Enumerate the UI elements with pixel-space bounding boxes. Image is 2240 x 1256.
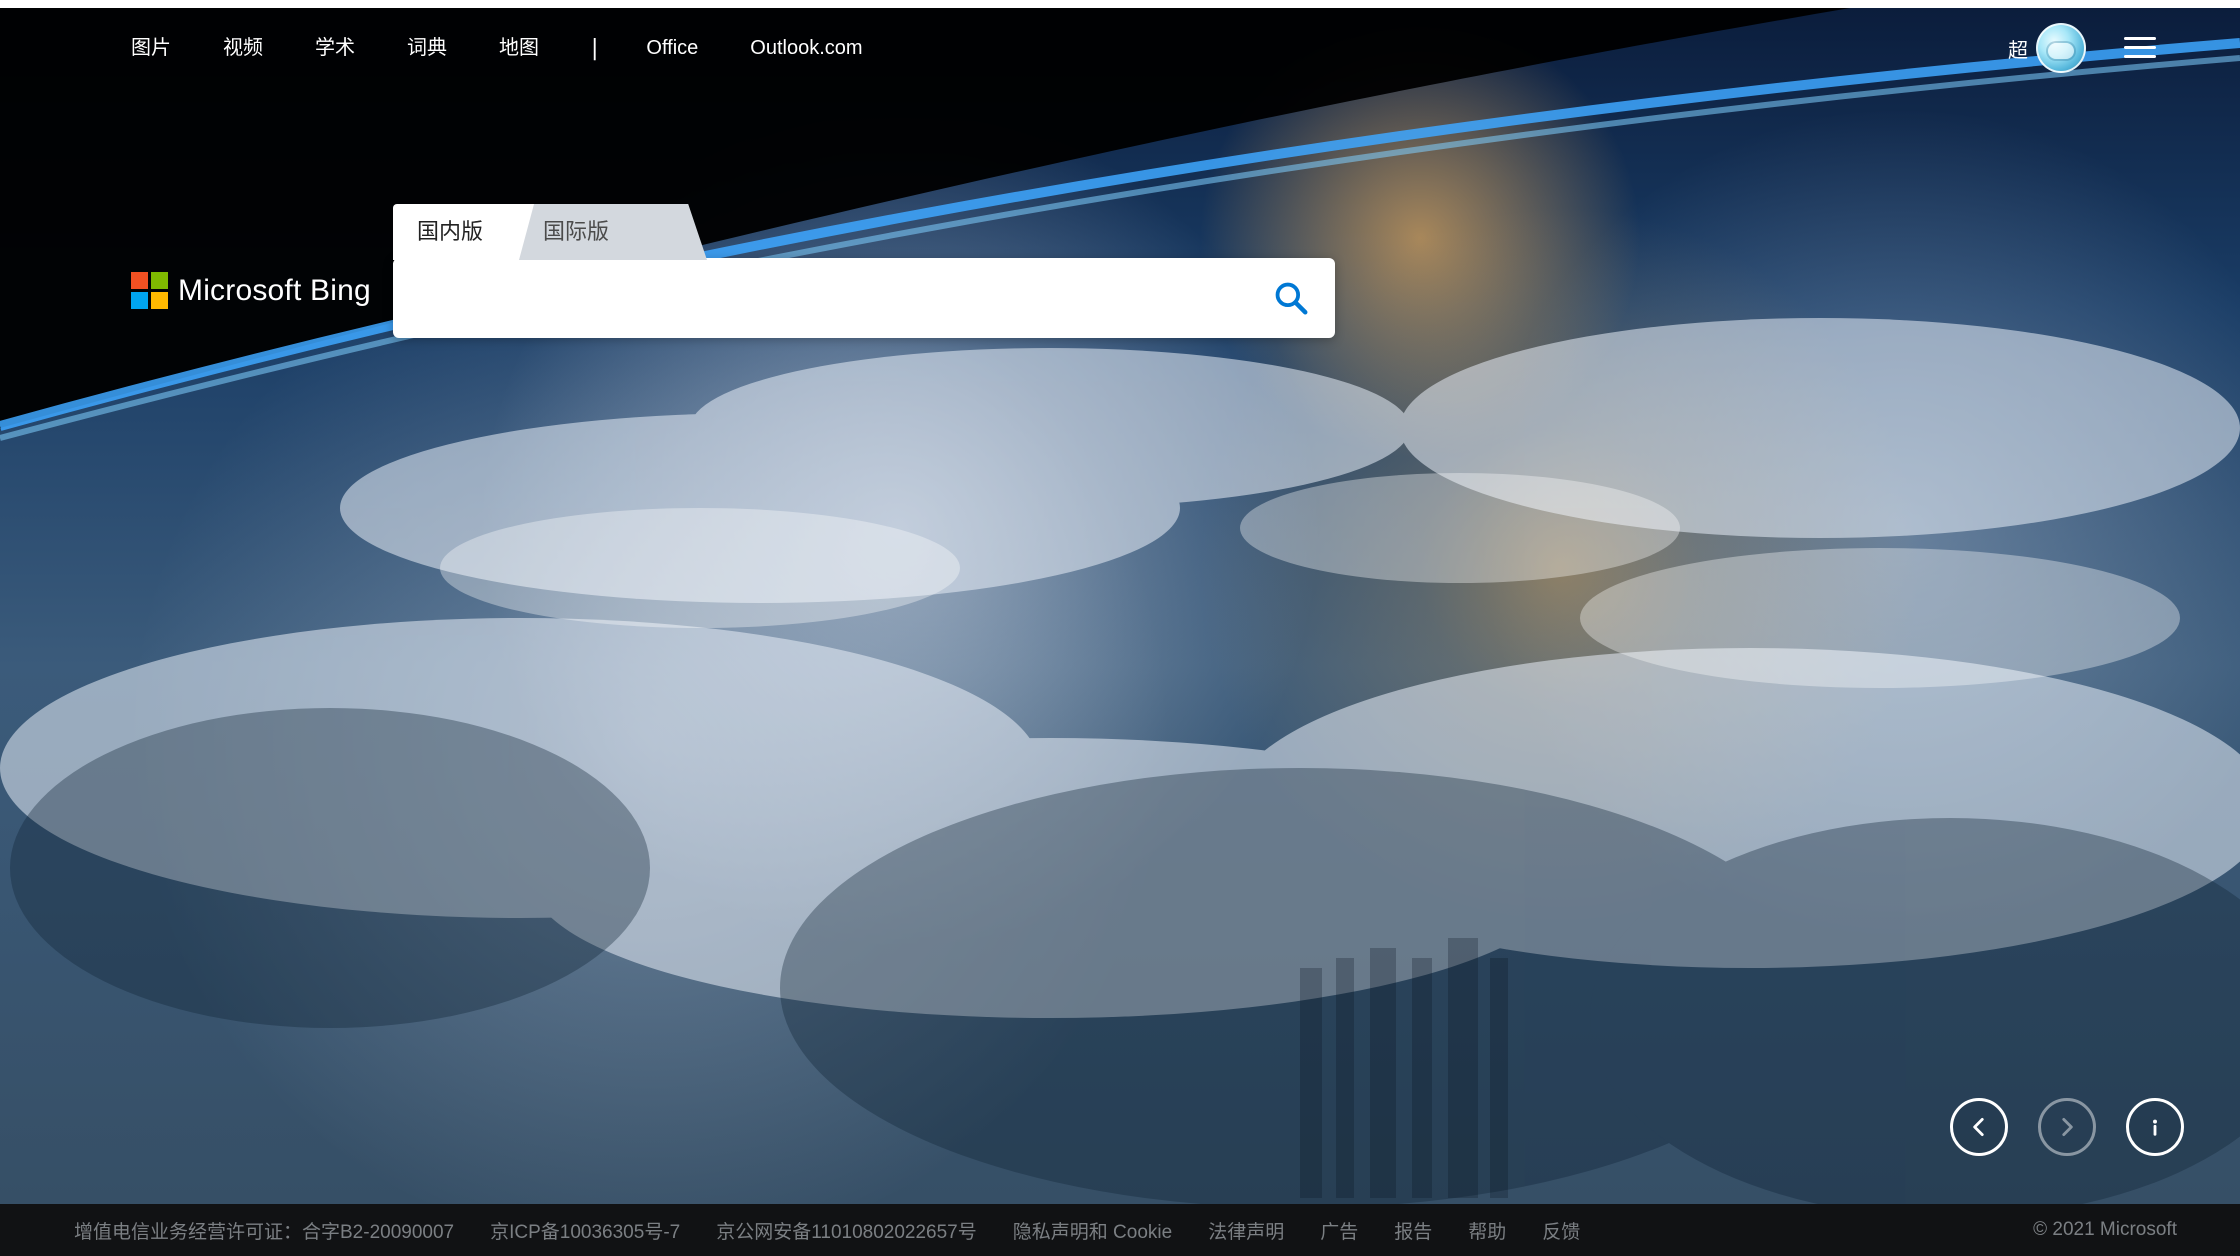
nav-videos[interactable]: 视频 <box>223 26 263 70</box>
microsoft-logo-square-blue <box>131 292 148 309</box>
user-name[interactable]: 超 <box>2008 34 2028 63</box>
footer-privacy-cookie[interactable]: 隐私声明和 Cookie <box>1013 1217 1172 1244</box>
footer-police-record[interactable]: 京公网安备11010802022657号 <box>716 1217 977 1244</box>
background-controls <box>1950 1098 2184 1156</box>
nav-outlook[interactable]: Outlook.com <box>750 26 862 70</box>
search-button[interactable] <box>1267 274 1315 322</box>
microsoft-logo-square-green <box>151 272 168 289</box>
background-art <box>0 8 2240 1204</box>
nav-dictionary[interactable]: 词典 <box>407 26 447 70</box>
footer: 增值电信业务经营许可证：合字B2-20090007 京ICP备10036305号… <box>0 1204 2240 1256</box>
top-white-line <box>0 0 2240 8</box>
nav-office[interactable]: Office <box>646 26 698 70</box>
info-icon <box>2153 1119 2157 1136</box>
footer-report[interactable]: 报告 <box>1394 1217 1432 1244</box>
top-right-controls: 超 <box>2008 23 2156 73</box>
footer-icp[interactable]: 京ICP备10036305号-7 <box>490 1217 680 1244</box>
footer-legal[interactable]: 法律声明 <box>1208 1217 1284 1244</box>
next-image-button[interactable] <box>2038 1098 2096 1156</box>
search-icon <box>1275 282 1308 315</box>
hamburger-menu-icon[interactable] <box>2124 37 2156 59</box>
top-nav-links: 图片 视频 学术 词典 地图 | Office Outlook.com <box>131 26 915 70</box>
previous-image-button[interactable] <box>1950 1098 2008 1156</box>
brand[interactable]: Microsoft Bing <box>131 272 371 309</box>
footer-advertising[interactable]: 广告 <box>1320 1217 1358 1244</box>
tab-international[interactable]: 国际版 <box>519 204 707 260</box>
footer-links: 增值电信业务经营许可证：合字B2-20090007 京ICP备10036305号… <box>74 1217 1580 1244</box>
nav-academic[interactable]: 学术 <box>315 26 355 70</box>
nav-maps[interactable]: 地图 <box>499 26 539 70</box>
nav-images[interactable]: 图片 <box>131 26 171 70</box>
search-input[interactable] <box>409 272 1285 324</box>
search-box <box>393 258 1335 338</box>
top-navigation: 图片 视频 学术 词典 地图 | Office Outlook.com 超 <box>0 8 2240 88</box>
image-info-button[interactable] <box>2126 1098 2184 1156</box>
brand-name: Microsoft Bing <box>178 273 371 307</box>
chevron-right-icon <box>2062 1118 2073 1136</box>
chevron-left-icon <box>1973 1118 1984 1136</box>
hamburger-line <box>2124 46 2156 49</box>
microsoft-logo-square-red <box>131 272 148 289</box>
footer-feedback[interactable]: 反馈 <box>1542 1217 1580 1244</box>
nav-separator: | <box>591 35 599 61</box>
hamburger-line <box>2124 37 2156 40</box>
microsoft-logo-icon <box>131 272 168 309</box>
footer-copyright: © 2021 Microsoft <box>2033 1219 2177 1240</box>
microsoft-logo-square-yellow <box>151 292 168 309</box>
footer-license: 增值电信业务经营许可证：合字B2-20090007 <box>74 1221 455 1243</box>
footer-help[interactable]: 帮助 <box>1468 1217 1506 1244</box>
hamburger-line <box>2124 55 2156 58</box>
avatar[interactable] <box>2036 23 2086 73</box>
